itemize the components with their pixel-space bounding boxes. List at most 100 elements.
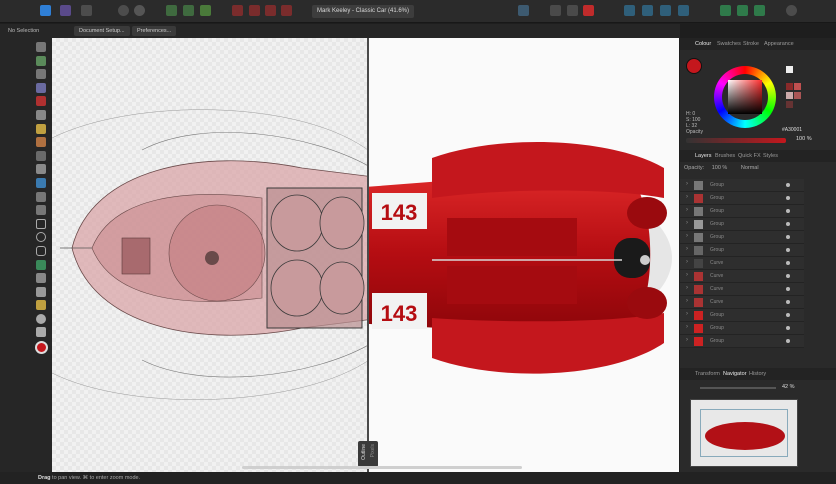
document-canvas[interactable]: 143 143 Outline Pixels [52,38,679,472]
slice-tool-icon[interactable] [36,205,46,216]
navigator-zoom-value[interactable]: 42 % [782,384,795,390]
document-title[interactable]: Mark Keeley - Classic Car (41.6%) [312,5,414,18]
rectangle-tool-icon[interactable] [36,218,46,229]
preferences-button[interactable]: Preferences... [132,26,177,36]
layer-row[interactable]: › Curve [680,296,804,309]
point-transform-icon[interactable] [36,82,46,93]
place-image-icon[interactable] [36,177,46,188]
persona-export-icon[interactable] [81,5,92,16]
text-tool-icon[interactable] [36,273,46,284]
tab-appearance[interactable]: Appearance [761,38,797,50]
horizontal-scrollbar[interactable] [242,466,522,469]
gear-icon[interactable] [134,5,145,16]
status-text: to pan view. ⌘ to enter zoom mode. [50,475,141,481]
pen-tool-icon[interactable] [36,109,46,120]
vector-brush-icon[interactable] [36,137,46,148]
eyedropper-tool-icon[interactable] [36,300,46,311]
flip-icon[interactable] [550,5,561,16]
navigator-panel-tabs: Transform Navigator History [680,368,836,380]
saturation-lightness-box[interactable] [728,80,762,114]
chevron-right-icon: › [686,220,688,226]
persona-pixel-icon[interactable] [60,5,71,16]
swatch-rose[interactable] [794,92,801,99]
crop-tool-icon[interactable] [36,191,46,202]
pen-mode-icon[interactable] [583,5,594,16]
chevron-right-icon: › [686,207,688,213]
arrange-back-icon[interactable] [642,5,653,16]
rounded-rect-tool-icon[interactable] [36,245,46,256]
boolean-subtract-icon[interactable] [249,5,260,16]
artboard-tool-icon[interactable] [36,55,46,66]
arrange-bottom-icon[interactable] [678,5,689,16]
layer-row[interactable]: › Group [680,205,804,218]
swatch-white[interactable] [786,66,793,73]
zoom-tool-icon[interactable] [36,313,46,324]
snap-icon[interactable] [166,5,177,16]
colour-panel-tabs: Colour Swatches Stroke Appearance [680,38,836,50]
pencil-tool-icon[interactable] [36,123,46,134]
hex-field[interactable]: #A30001 [782,127,802,133]
navigator-zoom-slider[interactable] [700,387,776,389]
layer-row[interactable]: › Group [680,218,804,231]
boolean-add-icon[interactable] [232,5,243,16]
layer-row[interactable]: › Group [680,192,804,205]
layer-row[interactable]: › Curve [680,283,804,296]
boolean-divide-icon[interactable] [281,5,292,16]
fill-color-swatch[interactable] [686,58,702,74]
layer-row[interactable]: › Group [680,244,804,257]
layer-row[interactable]: › Curve [680,270,804,283]
swatch-maroon[interactable] [786,101,793,108]
align-icon[interactable] [518,5,529,16]
move-tool-icon[interactable] [36,42,46,52]
app-logo-icon[interactable] [40,5,51,16]
swatch-pink[interactable] [786,92,793,99]
tab-styles[interactable]: Styles [760,150,781,162]
car-artwork: 143 143 [52,109,672,400]
transparency-tool-icon[interactable] [36,164,46,175]
layer-row[interactable]: › Group [680,309,804,322]
affinity-designer-window: Mark Keeley - Classic Car (41.6%) No Sel… [0,0,836,484]
layer-row[interactable]: › Curve [680,257,804,270]
boolean-intersect-icon[interactable] [265,5,276,16]
rotate-icon[interactable] [567,5,578,16]
opacity-value[interactable]: 100 % [796,136,812,142]
ungroup-icon[interactable] [737,5,748,16]
car-number-top: 143 [381,200,418,225]
split-view-handle[interactable]: Outline Pixels [358,441,378,467]
navigator-preview[interactable] [690,399,798,467]
fill-stroke-swatch[interactable] [35,341,48,355]
layer-row[interactable]: › Group [680,322,804,335]
shape-tool-icon[interactable] [36,259,46,270]
blend-mode-select: Normal [740,165,759,171]
split-view-divider[interactable] [367,38,369,472]
snap-magnet-icon[interactable] [200,5,211,16]
layer-row[interactable]: › Group [680,231,804,244]
corner-tool-icon[interactable] [36,96,46,107]
tab-transform[interactable]: Transform [692,368,723,380]
ellipse-tool-icon[interactable] [36,232,46,243]
group-icon[interactable] [720,5,731,16]
tab-colour[interactable]: Colour [692,38,714,50]
color-picker-icon[interactable] [36,286,46,297]
opacity-slider[interactable] [686,138,786,143]
assistant-icon[interactable] [786,5,797,16]
view-tool-icon[interactable] [36,327,46,338]
document-setup-button[interactable]: Document Setup... [74,26,130,36]
arrange-front-icon[interactable] [660,5,671,16]
snap-grid-icon[interactable] [183,5,194,16]
settings-icon[interactable] [118,5,129,16]
chevron-right-icon: › [686,181,688,187]
swatch-dark-red[interactable] [786,83,793,90]
fill-tool-icon[interactable] [36,150,46,161]
arrange-forward-icon[interactable] [624,5,635,16]
tab-stroke[interactable]: Stroke [740,38,762,50]
node-tool-icon[interactable] [36,69,46,80]
insert-inside-icon[interactable] [754,5,765,16]
chevron-right-icon: › [686,285,688,291]
layer-row[interactable]: › Group [680,179,804,192]
tab-history[interactable]: History [746,368,769,380]
layer-row[interactable]: › Group [680,335,804,348]
outline-view [52,109,368,400]
swatch-red[interactable] [794,83,801,90]
studio-panels: Colour Swatches Stroke Appearance H: 0 S… [680,38,836,472]
